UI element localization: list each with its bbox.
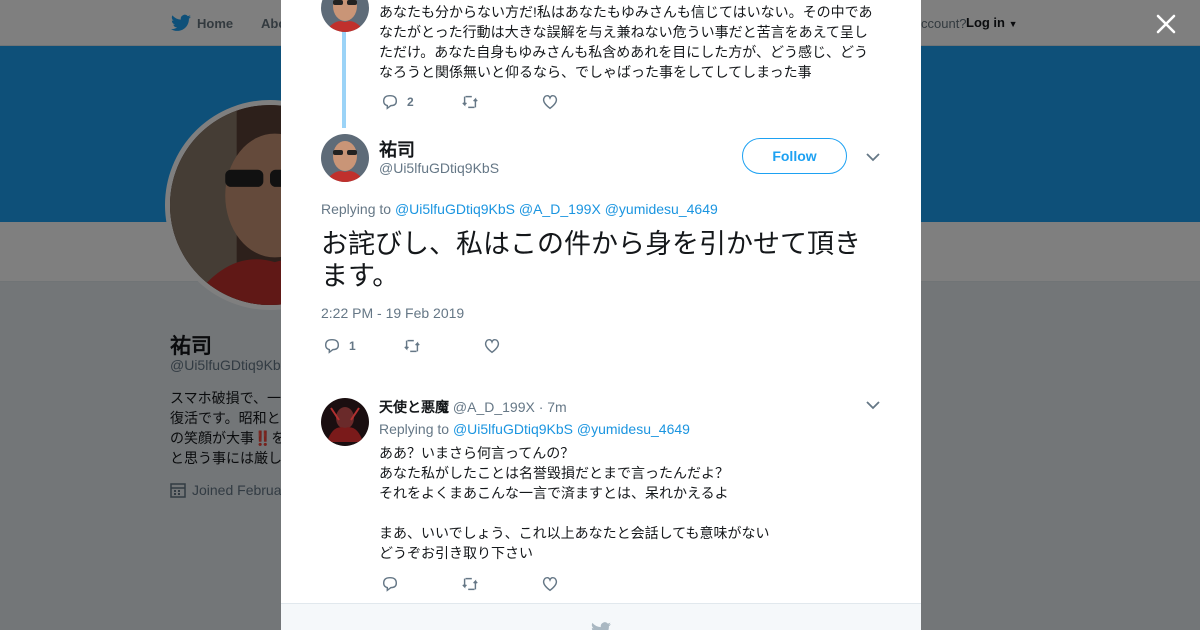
retweet-button[interactable]: [461, 575, 541, 593]
tweet-text-line: [379, 503, 899, 523]
reply-icon: [382, 94, 398, 110]
tweet-text-line: あなた私がしたことは名誉毀損だとまで言ったんだよ？: [379, 465, 729, 481]
reply-tweet-avatar[interactable]: [321, 398, 369, 446]
reply-count: 1: [349, 339, 356, 353]
reply-tweet-actions: [381, 574, 621, 594]
reply-tweet-author-handle[interactable]: @A_D_199X: [453, 399, 535, 415]
mention-link[interactable]: @yumidesu_4649: [605, 201, 718, 217]
parent-tweet-text: あなたも分からない方だ!私はあなたもゆみさんも信じてはいない。その中であ なたが…: [379, 2, 899, 82]
main-tweet-timestamp[interactable]: 2:22 PM - 19 Feb 2019: [321, 305, 464, 321]
reply-button[interactable]: 1: [323, 337, 403, 355]
follow-button-label: Follow: [772, 148, 817, 164]
mention-link[interactable]: @yumidesu_4649: [577, 421, 690, 437]
mention-link[interactable]: @Ui5lfuGDtiq9KbS: [395, 201, 515, 217]
reply-tweet-replying-to: Replying to @Ui5lfuGDtiq9KbS @yumidesu_4…: [379, 421, 690, 437]
main-tweet-author-handle[interactable]: @Ui5lfuGDtiq9KbS: [379, 160, 499, 176]
retweet-button[interactable]: [403, 337, 483, 355]
tweet-text-line: まあ、いいでしょう、これ以上あなたと会話しても意味がない: [379, 525, 770, 541]
main-tweet-replying-to: Replying to @Ui5lfuGDtiq9KbS @A_D_199X @…: [321, 201, 718, 217]
tweet-text-line: なたがとった行動は大きな誤解を与え兼ねない危うい事だと苦言をあえて呈し: [379, 24, 868, 40]
retweet-icon: [462, 577, 478, 591]
modal-footer: [281, 603, 921, 630]
close-icon[interactable]: [1152, 10, 1180, 38]
retweet-icon: [404, 339, 420, 353]
heart-icon: [484, 338, 500, 354]
reply-icon: [382, 576, 398, 592]
like-button[interactable]: [483, 337, 563, 355]
like-button[interactable]: [541, 575, 621, 593]
main-tweet-text: お詫びし、私はこの件から身を引かせて頂き ます。: [321, 228, 901, 292]
tweet-text-line: あなたも分からない方だ!私はあなたもゆみさんも信じてはいない。その中であ: [379, 4, 873, 20]
reply-tweet-author-name[interactable]: 天使と悪魔: [379, 399, 449, 415]
tweet-text-line: どうぞお引き取り下さい: [379, 545, 533, 561]
replying-to-prefix: Replying to: [321, 201, 392, 217]
chevron-down-icon[interactable]: [866, 400, 880, 410]
tweet-text-line: ます。: [321, 261, 400, 291]
main-tweet-actions: 1: [323, 336, 563, 356]
twitter-bird-icon: [591, 622, 611, 630]
heart-icon: [542, 576, 558, 592]
thread-connector-line: [342, 32, 346, 128]
heart-icon: [542, 94, 558, 110]
chevron-down-icon[interactable]: [866, 152, 880, 162]
reply-tweet-time[interactable]: · 7m: [539, 399, 567, 415]
reply-tweet-header: 天使と悪魔 @A_D_199X · 7m: [379, 397, 567, 417]
like-button[interactable]: [541, 93, 621, 111]
reply-count: 2: [407, 95, 414, 109]
tweet-text-line: お詫びし、私はこの件から身を引かせて頂き: [321, 229, 861, 259]
tweet-text-line: それをよくまあこんな一言で済ますとは、呆れかえるよ: [379, 485, 729, 501]
mention-link[interactable]: @Ui5lfuGDtiq9KbS: [453, 421, 573, 437]
reply-icon: [324, 338, 340, 354]
mention-link[interactable]: @A_D_199X: [519, 201, 601, 217]
tweet-text-line: ああ？いまさら何言ってんの？: [379, 445, 575, 461]
follow-button[interactable]: Follow: [742, 138, 847, 174]
tweet-text-line: なろうと関係無いと仰るなら、でしゃばった事をしてしてしまった事: [379, 64, 812, 80]
parent-tweet-actions: 2: [381, 92, 621, 112]
main-tweet-author-name[interactable]: 祐司: [379, 136, 415, 162]
retweet-button[interactable]: [461, 93, 541, 111]
tweet-text-line: ただけ。あなた自身もゆみさんも私含めあれを目にした方が、どう感じ、どう: [379, 44, 869, 60]
replying-to-prefix: Replying to: [379, 421, 450, 437]
retweet-icon: [462, 95, 478, 109]
reply-tweet-text: ああ？いまさら何言ってんの？ あなた私がしたことは名誉毀損だとまで言ったんだよ？…: [379, 443, 899, 563]
main-tweet-avatar[interactable]: [321, 134, 369, 182]
reply-button[interactable]: [381, 575, 461, 593]
reply-button[interactable]: 2: [381, 93, 461, 111]
